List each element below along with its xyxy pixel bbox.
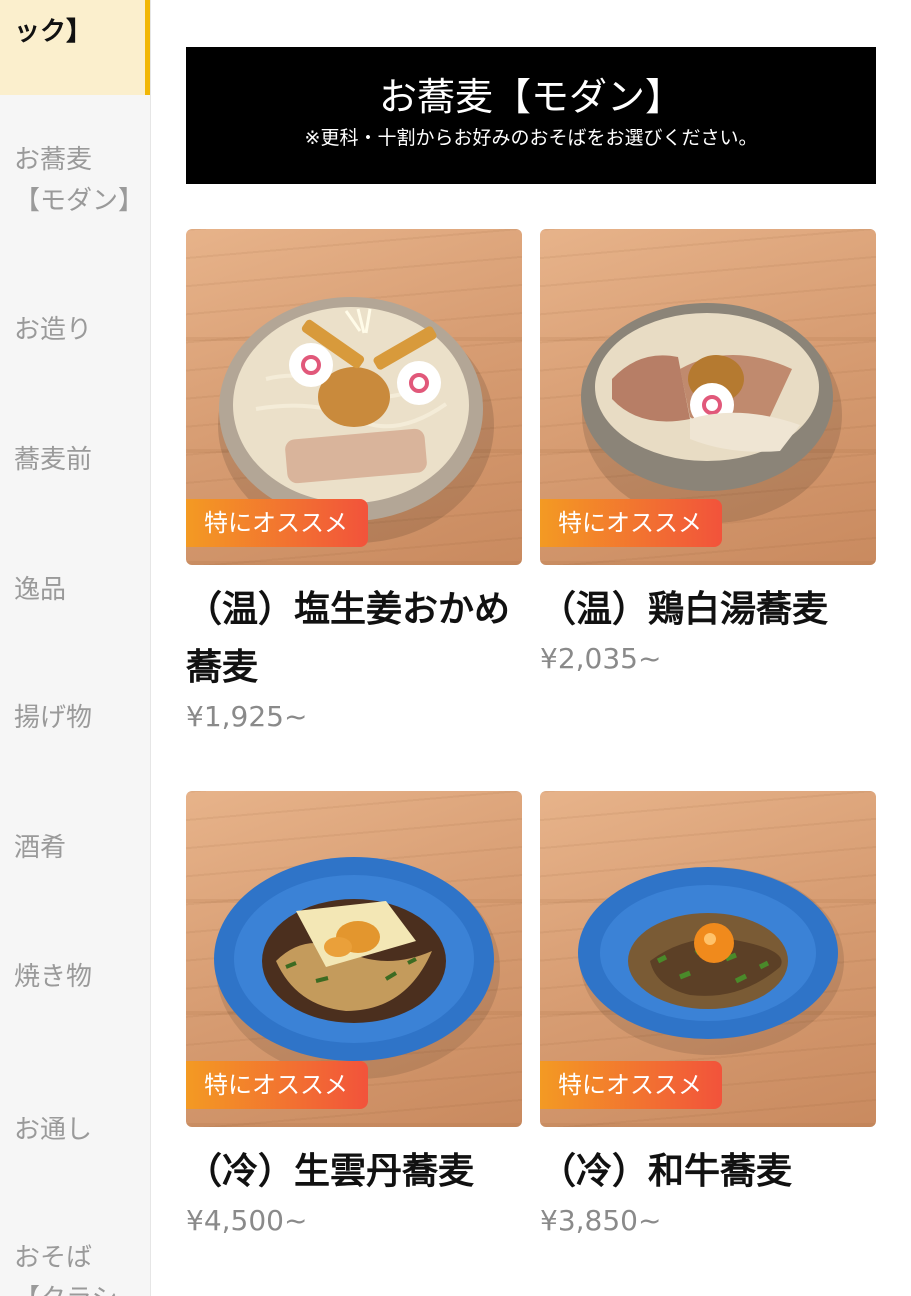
menu-item-price: ¥2,035~: [540, 642, 662, 675]
sidebar-item-soba-classic[interactable]: おそば 【クラシ: [0, 1238, 150, 1296]
menu-item-photo[interactable]: 特にオススメ: [186, 791, 522, 1127]
menu-item-photo[interactable]: 特にオススメ: [540, 791, 876, 1127]
sidebar-item-yakimono[interactable]: 焼き物: [0, 957, 150, 998]
menu-item-name: （冷）生雲丹蕎麦: [186, 1151, 475, 1192]
category-banner: お蕎麦【モダン】 ※更科・十割からお好みのおそばをお選びください。: [186, 47, 876, 184]
sidebar-item-label: 揚げ物: [14, 703, 93, 733]
sidebar-item-modern[interactable]: お蕎麦 【モダン】: [0, 140, 150, 222]
sidebar-item-otsukuri[interactable]: お造り: [0, 310, 150, 351]
sidebar-item-label: お通し: [14, 1115, 93, 1145]
sidebar-item-sobamae[interactable]: 蕎麦前: [0, 440, 150, 481]
menu-item-card[interactable]: 特にオススメ （温）塩生姜おかめ蕎麦 ¥1,925~: [186, 229, 522, 737]
sidebar-item-otoshi[interactable]: お通し: [0, 1110, 150, 1151]
menu-item-price: ¥4,500~: [186, 1204, 308, 1237]
sidebar-item-ippin[interactable]: 逸品: [0, 570, 150, 611]
menu-item-name: （温）塩生姜おかめ蕎麦: [186, 589, 511, 688]
banner-title: お蕎麦【モダン】: [378, 75, 683, 119]
sidebar-item-label: ック】: [14, 17, 93, 47]
sidebar-item-label: お造り: [14, 315, 93, 345]
sidebar-item-label: おそば 【クラシ: [14, 1243, 117, 1296]
sidebar-item-agemono[interactable]: 揚げ物: [0, 698, 150, 739]
recommended-badge: 特にオススメ: [186, 499, 368, 547]
menu-item-photo[interactable]: 特にオススメ: [540, 229, 876, 565]
recommended-badge: 特にオススメ: [540, 1061, 722, 1109]
sidebar-item-shuko[interactable]: 酒肴: [0, 828, 150, 869]
menu-item-price: ¥1,925~: [186, 700, 308, 733]
category-sidebar: ック】 お蕎麦 【モダン】 お造り 蕎麦前 逸品 揚げ物 酒肴 焼き物 お通し …: [0, 0, 151, 1296]
menu-item-card[interactable]: 特にオススメ （温）鶏白湯蕎麦 ¥2,035~: [540, 229, 876, 679]
menu-item-photo[interactable]: 特にオススメ: [186, 229, 522, 565]
sidebar-item-label: 蕎麦前: [14, 445, 93, 475]
menu-item-name: （温）鶏白湯蕎麦: [540, 589, 829, 630]
sidebar-item-label: 逸品: [14, 575, 67, 605]
menu-item-card[interactable]: 特にオススメ （冷）和牛蕎麦 ¥3,850~: [540, 791, 876, 1241]
recommended-badge: 特にオススメ: [186, 1061, 368, 1109]
menu-content: お蕎麦【モダン】 ※更科・十割からお好みのおそばをお選びください。 特にオススメ…: [151, 0, 911, 1296]
sidebar-item-label: 焼き物: [14, 962, 93, 992]
sidebar-item-label: 酒肴: [14, 833, 67, 863]
menu-item-card[interactable]: 特にオススメ （冷）生雲丹蕎麦 ¥4,500~: [186, 791, 522, 1241]
sidebar-item-label: お蕎麦 【モダン】: [14, 145, 145, 216]
recommended-badge: 特にオススメ: [540, 499, 722, 547]
sidebar-item-classic[interactable]: ック】: [0, 0, 150, 95]
menu-item-price: ¥3,850~: [540, 1204, 662, 1237]
banner-subtitle: ※更科・十割からお好みのおそばをお選びください。: [304, 127, 758, 149]
menu-item-name: （冷）和牛蕎麦: [540, 1151, 793, 1192]
